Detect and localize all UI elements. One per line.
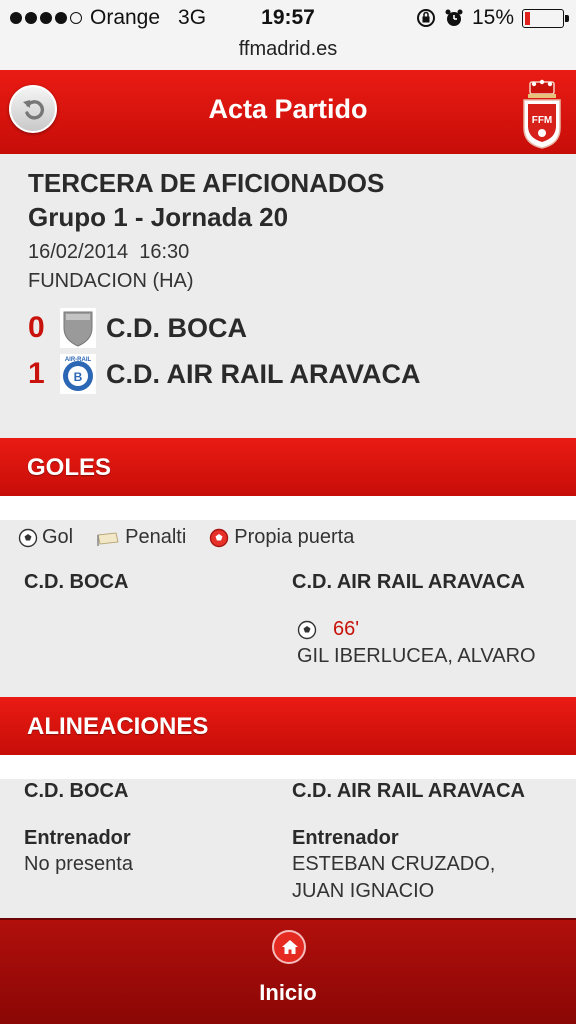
away-team-row: 1 B AIR-RAIL C.D. AIR RAIL ARAVACA <box>28 352 558 396</box>
home-coach-name: No presenta <box>24 853 133 875</box>
legend-own-goal-label: Propia puerta <box>234 526 355 548</box>
goals-section-title: GOLES <box>27 454 112 481</box>
url-text: ffmadrid.es <box>238 38 338 60</box>
goals-section-header: GOLES <box>0 438 576 496</box>
match-venue: FUNDACION (HA) <box>28 270 194 292</box>
home-team-shield-icon <box>60 308 96 348</box>
rotation-lock-icon <box>416 8 436 28</box>
goals-home-team: C.D. BOCA <box>24 571 129 593</box>
match-datetime: 16/02/2014 16:30 <box>28 241 190 263</box>
match-info: TERCERA DE AFICIONADOS Grupo 1 - Jornada… <box>28 166 558 296</box>
legend-goal-label: Gol <box>42 526 74 548</box>
goals-away-team: C.D. AIR RAIL ARAVACA <box>292 571 525 593</box>
divider <box>0 755 576 779</box>
federation-crest-icon: FFM <box>523 79 561 149</box>
lineups-section-title: ALINEACIONES <box>27 713 209 740</box>
own-goal-ball-icon <box>210 528 229 547</box>
group-round: Grupo 1 - Jornada 20 <box>28 202 289 232</box>
away-coach-name-line2: JUAN IGNACIO <box>292 880 435 902</box>
footer-nav: Inicio <box>0 918 576 1024</box>
competition-name: TERCERA DE AFICIONADOS <box>28 168 385 198</box>
app-header: Acta Partido FFM <box>0 70 576 154</box>
away-coach-name-line1: ESTEBAN CRUZADO, <box>292 853 496 875</box>
legend-penalty: Penalti <box>95 526 186 549</box>
status-right: 15% <box>416 6 569 30</box>
home-icon <box>282 940 298 954</box>
away-team-crest-icon: B AIR-RAIL <box>60 354 96 394</box>
alarm-icon <box>444 8 464 28</box>
away-team-name[interactable]: C.D. AIR RAIL ARAVACA <box>106 359 421 390</box>
goal-scorer: GIL IBERLUCEA, ALVARO <box>297 645 536 667</box>
goal-minute: 66' <box>333 618 360 640</box>
soccer-ball-icon <box>297 620 317 639</box>
home-team-row: 0 C.D. BOCA <box>28 306 558 350</box>
status-bar: Orange 3G 19:57 15% <box>0 0 576 38</box>
legend-own-goal: Propia puerta <box>208 526 354 549</box>
divider <box>0 496 576 520</box>
home-button[interactable] <box>272 930 306 964</box>
lineup-home-team: C.D. BOCA <box>24 780 129 802</box>
goal-entry: 66' <box>297 618 359 641</box>
home-team-name[interactable]: C.D. BOCA <box>106 313 247 344</box>
battery-percent: 15% <box>471 6 514 29</box>
home-label[interactable]: Inicio <box>0 980 576 1006</box>
svg-text:B: B <box>74 370 83 384</box>
lineups-section-header: ALINEACIONES <box>0 697 576 755</box>
lineup-away-team: C.D. AIR RAIL ARAVACA <box>292 780 525 802</box>
battery-icon <box>522 8 569 28</box>
goals-legend: Gol Penalti Propia puerta <box>18 526 376 549</box>
home-coach-label: Entrenador <box>24 827 131 849</box>
svg-text:FFM: FFM <box>532 115 553 126</box>
soccer-ball-icon <box>18 528 38 547</box>
away-coach-label: Entrenador <box>292 827 399 849</box>
svg-text:AIR-RAIL: AIR-RAIL <box>65 357 92 363</box>
penalty-flag-icon <box>97 531 119 546</box>
url-bar[interactable]: ffmadrid.es <box>0 38 576 70</box>
legend-goal: Gol <box>18 526 73 549</box>
home-score: 0 <box>28 311 45 344</box>
away-score: 1 <box>28 357 45 390</box>
legend-penalty-label: Penalti <box>125 526 187 548</box>
page-title: Acta Partido <box>208 94 368 124</box>
